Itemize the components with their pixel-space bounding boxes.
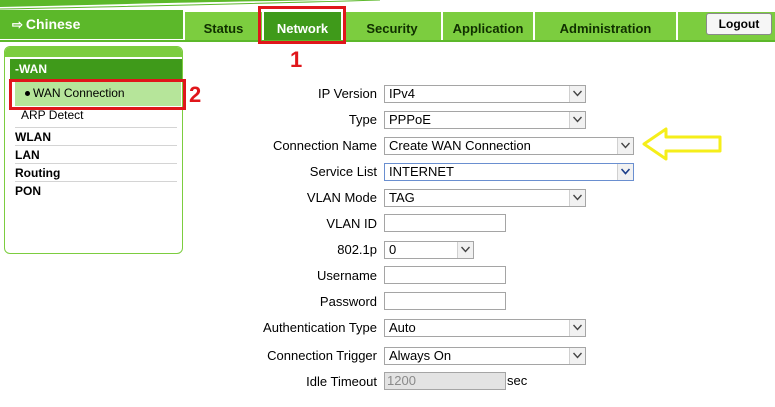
auth-type-label: Authentication Type	[263, 320, 377, 335]
header-divider	[0, 40, 775, 42]
chevron-down-icon	[569, 320, 585, 336]
tab-application[interactable]: Application	[441, 12, 533, 41]
priority-select[interactable]: 0	[384, 241, 474, 259]
vlan-id-label: VLAN ID	[326, 216, 377, 231]
select-value: Create WAN Connection	[389, 138, 531, 153]
tab-status[interactable]: Status	[183, 12, 262, 41]
idle-timeout-input: 1200	[384, 372, 506, 390]
language-switch[interactable]: ⇨ Chinese	[0, 10, 183, 39]
chevron-down-icon	[617, 164, 633, 180]
select-value: PPPoE	[389, 112, 431, 127]
select-value: 0	[389, 242, 397, 257]
vlan-mode-label: VLAN Mode	[306, 190, 377, 205]
type-select[interactable]: PPPoE	[384, 111, 586, 129]
select-value: IPv4	[389, 86, 416, 101]
language-label: Chinese	[25, 16, 81, 32]
username-input[interactable]	[384, 266, 506, 284]
ip-version-label: IP Version	[317, 86, 377, 101]
chevron-down-icon	[569, 112, 585, 128]
chevron-down-icon	[569, 348, 585, 364]
annotation-number-1: 1	[290, 47, 303, 72]
priority-label: 802.1p	[337, 242, 377, 257]
header-curve	[0, 0, 381, 10]
idle-timeout-unit: sec	[507, 373, 528, 388]
chevron-down-icon	[457, 242, 473, 258]
tab-security[interactable]: Security	[341, 12, 441, 41]
tab-label: Security	[366, 21, 418, 36]
arrow-right-icon: ⇨	[12, 17, 23, 32]
select-value: Always On	[389, 348, 452, 363]
type-label: Type	[348, 112, 377, 127]
logout-button[interactable]: Logout	[706, 13, 772, 35]
service-list-label: Service List	[309, 164, 377, 179]
service-list-select[interactable]: INTERNET	[384, 163, 634, 181]
tab-administration[interactable]: Administration	[533, 12, 676, 41]
auth-type-select[interactable]: Auto	[384, 319, 586, 337]
sidebar-section-wan[interactable]: -WAN	[10, 59, 182, 79]
conn-trigger-select[interactable]: Always On	[384, 347, 586, 365]
select-value: TAG	[389, 190, 415, 205]
tab-label: Administration	[559, 21, 652, 36]
idle-timeout-label: Idle Timeout	[306, 374, 377, 389]
tab-label: Application	[452, 21, 524, 36]
vlan-id-input[interactable]	[384, 214, 506, 232]
chevron-down-icon	[569, 190, 585, 206]
conn-trigger-label: Connection Trigger	[267, 348, 377, 363]
annotation-box-network	[258, 6, 346, 44]
vlan-mode-select[interactable]: TAG	[384, 189, 586, 207]
tab-label: Status	[203, 21, 244, 36]
password-label: Password	[319, 294, 377, 309]
password-input[interactable]	[384, 292, 506, 310]
chevron-down-icon	[617, 138, 633, 154]
sidebar-header-bar	[5, 47, 182, 57]
chevron-down-icon	[569, 86, 585, 102]
connection-name-label: Connection Name	[272, 138, 377, 153]
username-label: Username	[317, 268, 377, 283]
select-value: INTERNET	[389, 164, 454, 179]
annotation-arrow-left-icon	[642, 127, 722, 161]
ip-version-select[interactable]: IPv4	[384, 85, 586, 103]
select-value: Auto	[389, 320, 416, 335]
connection-name-select[interactable]: Create WAN Connection	[384, 137, 634, 155]
